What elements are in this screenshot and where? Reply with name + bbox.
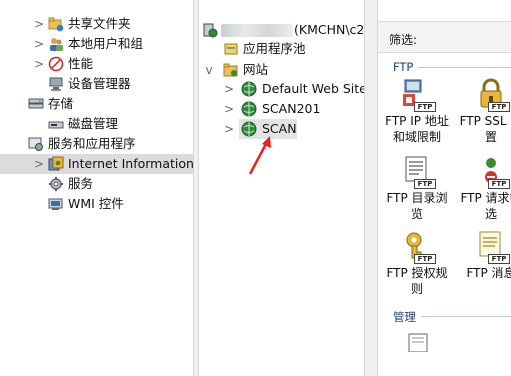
ftp-messages-icon: FTP — [475, 230, 510, 264]
shared-folder-icon — [48, 16, 64, 32]
features-panel: 筛选: FTP FTP FTP IP 地址和域限制 FTP FTP SSL 设置… — [378, 0, 511, 376]
expand-arrow-icon[interactable]: > — [34, 158, 44, 170]
feature-label: FTP 目录浏览 — [386, 191, 448, 221]
tree-item-label: 磁盘管理 — [68, 116, 119, 131]
expand-arrow-icon[interactable]: > — [34, 18, 44, 30]
expand-arrow-icon[interactable]: > — [34, 58, 44, 70]
group-divider — [422, 316, 511, 317]
tree-item-performance[interactable]: > 性能 — [0, 54, 193, 74]
ftp-authorization-icon: FTP — [401, 230, 436, 264]
filter-label: 筛选: — [389, 33, 418, 47]
tree-item-local-users-groups[interactable]: > 本地用户和组 — [0, 34, 193, 54]
ftp-badge: FTP — [488, 179, 510, 189]
redacted-server-name — [221, 24, 293, 37]
expand-arrow-icon[interactable]: > — [224, 103, 234, 115]
splitter-right[interactable] — [364, 0, 378, 376]
tree-item-label: 服务和应用程序 — [48, 136, 136, 151]
ftp-badge: FTP — [414, 254, 436, 264]
tree-item-iis[interactable]: > Internet Information S — [0, 154, 193, 174]
tree-item-disk-management[interactable]: 磁盘管理 — [0, 114, 193, 134]
tree-item-services[interactable]: 服务 — [0, 174, 193, 194]
annotation-arrow-icon — [248, 136, 271, 175]
filter-bar: 筛选: — [378, 21, 511, 53]
tree-item-sites[interactable]: v 网站 — [199, 60, 364, 80]
server-label: (KMCHN\c2 — [294, 22, 364, 37]
app-pool-icon — [223, 41, 239, 57]
feature-label: FTP 消息 — [466, 266, 511, 280]
tree-item-label: 服务 — [68, 176, 94, 191]
connections-tree-panel: (KMCHN\c2 应用程序池 v 网站 > Default Web Site … — [199, 0, 364, 376]
globe-icon — [241, 101, 257, 117]
tree-item-label: WMI 控件 — [68, 196, 124, 211]
ftp-ssl-icon: FTP — [475, 78, 510, 112]
ftp-badge: FTP — [414, 179, 436, 189]
tree-item-label: 应用程序池 — [243, 41, 306, 56]
tree-item-storage[interactable]: 存储 — [0, 94, 193, 114]
tree-item-label: Default Web Site — [262, 81, 364, 96]
left-tree-panel: > 共享文件夹 > 本地用户和组 > 性能 设备管理器 存储 磁盘管理 服务和应… — [0, 0, 193, 376]
group-header-management: 管理 — [393, 310, 416, 324]
ftp-badge: FTP — [414, 102, 436, 112]
users-icon — [48, 36, 64, 52]
disk-icon — [48, 116, 64, 132]
feature-ftp-request-filtering[interactable]: FTP FTP 请求筛选 — [456, 155, 511, 222]
feature-label: FTP IP 地址和域限制 — [385, 114, 449, 144]
feature-label: FTP 请求筛选 — [460, 191, 511, 221]
storage-icon — [28, 96, 44, 112]
ftp-request-filtering-icon: FTP — [475, 155, 510, 189]
tree-item-shared-folders[interactable]: > 共享文件夹 — [0, 14, 193, 34]
iis-icon — [48, 156, 64, 172]
tree-item-label: 性能 — [68, 56, 94, 71]
feature-label: FTP SSL 设置 — [459, 114, 511, 144]
globe-icon — [241, 81, 257, 97]
group-header-ftp: FTP — [393, 60, 414, 74]
tree-item-label: 设备管理器 — [68, 76, 131, 91]
device-manager-icon — [48, 76, 64, 92]
feature-ftp-ssl[interactable]: FTP FTP SSL 设置 — [456, 78, 511, 145]
server-icon — [202, 22, 218, 38]
tree-item-site-scan[interactable]: > SCAN — [199, 119, 364, 139]
tree-item-label: SCAN201 — [262, 101, 321, 116]
ftp-directory-browsing-icon: FTP — [401, 155, 436, 189]
tree-item-label: Internet Information S — [68, 156, 193, 171]
collapse-arrow-icon[interactable]: v — [204, 64, 214, 76]
ftp-ip-restrictions-icon: FTP — [401, 78, 436, 112]
group-divider — [418, 67, 511, 68]
expand-arrow-icon[interactable]: > — [224, 83, 234, 95]
services-icon — [48, 176, 64, 192]
performance-icon — [48, 56, 64, 72]
expand-arrow-icon[interactable]: > — [34, 38, 44, 50]
tree-item-wmi-control[interactable]: WMI 控件 — [0, 194, 193, 214]
feature-ftp-authorization-rules[interactable]: FTP FTP 授权规则 — [382, 230, 452, 297]
tree-item-server[interactable]: (KMCHN\c2 — [199, 20, 364, 40]
management-feature-icon[interactable] — [407, 332, 429, 353]
tree-item-services-apps[interactable]: 服务和应用程序 — [0, 134, 193, 154]
tree-item-label: 本地用户和组 — [68, 36, 144, 51]
tree-item-site-default[interactable]: > Default Web Site — [199, 79, 364, 99]
tree-item-site-scan201[interactable]: > SCAN201 — [199, 99, 364, 119]
tree-item-label: 网站 — [243, 62, 269, 77]
expand-arrow-icon[interactable]: > — [224, 123, 234, 135]
sites-folder-icon — [223, 62, 239, 78]
feature-ftp-directory-browsing[interactable]: FTP FTP 目录浏览 — [382, 155, 452, 222]
tree-item-label: 共享文件夹 — [68, 16, 131, 31]
feature-ftp-ip-restrictions[interactable]: FTP FTP IP 地址和域限制 — [382, 78, 452, 145]
ftp-badge: FTP — [488, 254, 510, 264]
feature-ftp-messages[interactable]: FTP FTP 消息 — [456, 230, 511, 281]
tree-item-device-manager[interactable]: 设备管理器 — [0, 74, 193, 94]
wmi-icon — [48, 196, 64, 212]
tree-item-label: 存储 — [48, 96, 74, 111]
tree-item-app-pools[interactable]: 应用程序池 — [199, 39, 364, 59]
feature-label: FTP 授权规则 — [386, 266, 448, 296]
ftp-badge: FTP — [488, 102, 510, 112]
services-apps-icon — [28, 136, 44, 152]
